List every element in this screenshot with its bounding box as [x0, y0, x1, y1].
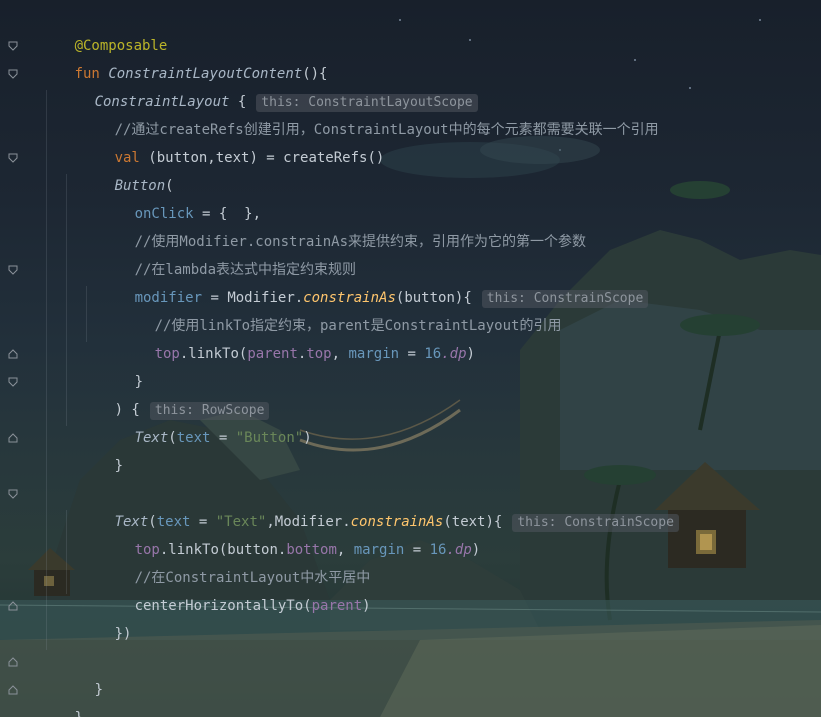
- code-text: }: [75, 710, 83, 717]
- fold-collapse-icon[interactable]: [8, 41, 18, 51]
- unit-extension: .dp: [446, 542, 472, 558]
- code-line[interactable]: //使用linkTo指定约束，parent是ConstraintLayout的引…: [104, 284, 562, 334]
- property: parent: [311, 598, 363, 614]
- code-text: ): [362, 598, 371, 614]
- fold-end-icon[interactable]: [8, 657, 18, 667]
- code-line-empty[interactable]: [64, 452, 115, 480]
- code-text: =: [399, 346, 425, 362]
- code-text: ): [303, 430, 312, 446]
- code-line[interactable]: }: [24, 676, 83, 717]
- fold-collapse-icon[interactable]: [8, 69, 18, 79]
- code-editor[interactable]: @Composable fun ConstraintLayoutContent(…: [0, 0, 821, 717]
- code-text: (: [168, 430, 177, 446]
- code-line[interactable]: modifier = Modifier.constrainAs(button){…: [84, 256, 649, 308]
- property: parent: [247, 346, 298, 362]
- code-line[interactable]: onClick = { },: [84, 172, 261, 222]
- code-text: }: [94, 682, 104, 698]
- code-text: (button,text) = createRefs(): [139, 150, 385, 166]
- code-line[interactable]: @Composable: [24, 4, 168, 54]
- code-text: ,: [331, 346, 349, 362]
- code-text: }: [114, 458, 124, 474]
- code-text: ): [466, 346, 475, 362]
- inlay-hint: this: ConstrainScope: [512, 514, 679, 532]
- code-text: .linkTo(: [179, 346, 248, 362]
- code-line[interactable]: Text(text = "Button"): [84, 396, 312, 446]
- fold-end-icon[interactable]: [8, 433, 18, 443]
- code-line[interactable]: //在ConstraintLayout中水平居中: [84, 536, 371, 586]
- code-line[interactable]: ConstraintLayout {this: ConstraintLayout…: [44, 60, 478, 112]
- named-parameter: text: [176, 430, 211, 446]
- property: top: [306, 346, 332, 362]
- code-text: =: [404, 542, 430, 558]
- code-line[interactable]: //在lambda表达式中指定约束规则: [84, 228, 356, 278]
- fold-end-icon[interactable]: [8, 349, 18, 359]
- code-line[interactable]: //通过createRefs创建引用，ConstraintLayout中的每个元…: [64, 88, 659, 138]
- number-literal: 16: [429, 542, 447, 558]
- code-text: centerHorizontallyTo(: [134, 598, 312, 614]
- string-literal: "Button": [235, 430, 304, 446]
- code-line[interactable]: }: [44, 648, 103, 698]
- code-line[interactable]: top.linkTo(parent.top, margin = 16.dp): [104, 312, 475, 362]
- code-line-empty[interactable]: [44, 620, 95, 648]
- code-line[interactable]: Button(: [64, 144, 174, 194]
- code-line[interactable]: }: [84, 340, 143, 390]
- editor-gutter: [0, 0, 24, 717]
- fold-collapse-icon[interactable]: [8, 489, 18, 499]
- code-line[interactable]: }): [64, 592, 132, 642]
- code-line[interactable]: }: [64, 424, 123, 474]
- code-line[interactable]: val (button,text) = createRefs(): [64, 116, 385, 166]
- code-line[interactable]: fun ConstraintLayoutContent(){: [24, 32, 328, 82]
- code-text: =: [210, 430, 236, 446]
- code-line[interactable]: Text(text = "Text",Modifier.constrainAs(…: [64, 480, 679, 532]
- unit-extension: .dp: [441, 346, 467, 362]
- code-text: }): [114, 626, 132, 642]
- fold-end-icon[interactable]: [8, 601, 18, 611]
- code-line[interactable]: centerHorizontallyTo(parent): [84, 564, 371, 614]
- named-parameter: margin: [348, 346, 400, 362]
- number-literal: 16: [424, 346, 442, 362]
- code-line[interactable]: //使用Modifier.constrainAs来提供约束，引用作为它的第一个参…: [84, 200, 586, 250]
- code-line[interactable]: top.linkTo(button.bottom, margin = 16.dp…: [84, 508, 481, 558]
- property: top: [154, 346, 180, 362]
- fold-collapse-icon[interactable]: [8, 153, 18, 163]
- code-text: ): [471, 542, 481, 558]
- fold-end-icon[interactable]: [8, 685, 18, 695]
- fold-collapse-icon[interactable]: [8, 265, 18, 275]
- fold-collapse-icon[interactable]: [8, 377, 18, 387]
- function-call: Text: [134, 430, 169, 446]
- indent-guide: [46, 90, 47, 650]
- code-line[interactable]: ) {this: RowScope: [64, 368, 270, 420]
